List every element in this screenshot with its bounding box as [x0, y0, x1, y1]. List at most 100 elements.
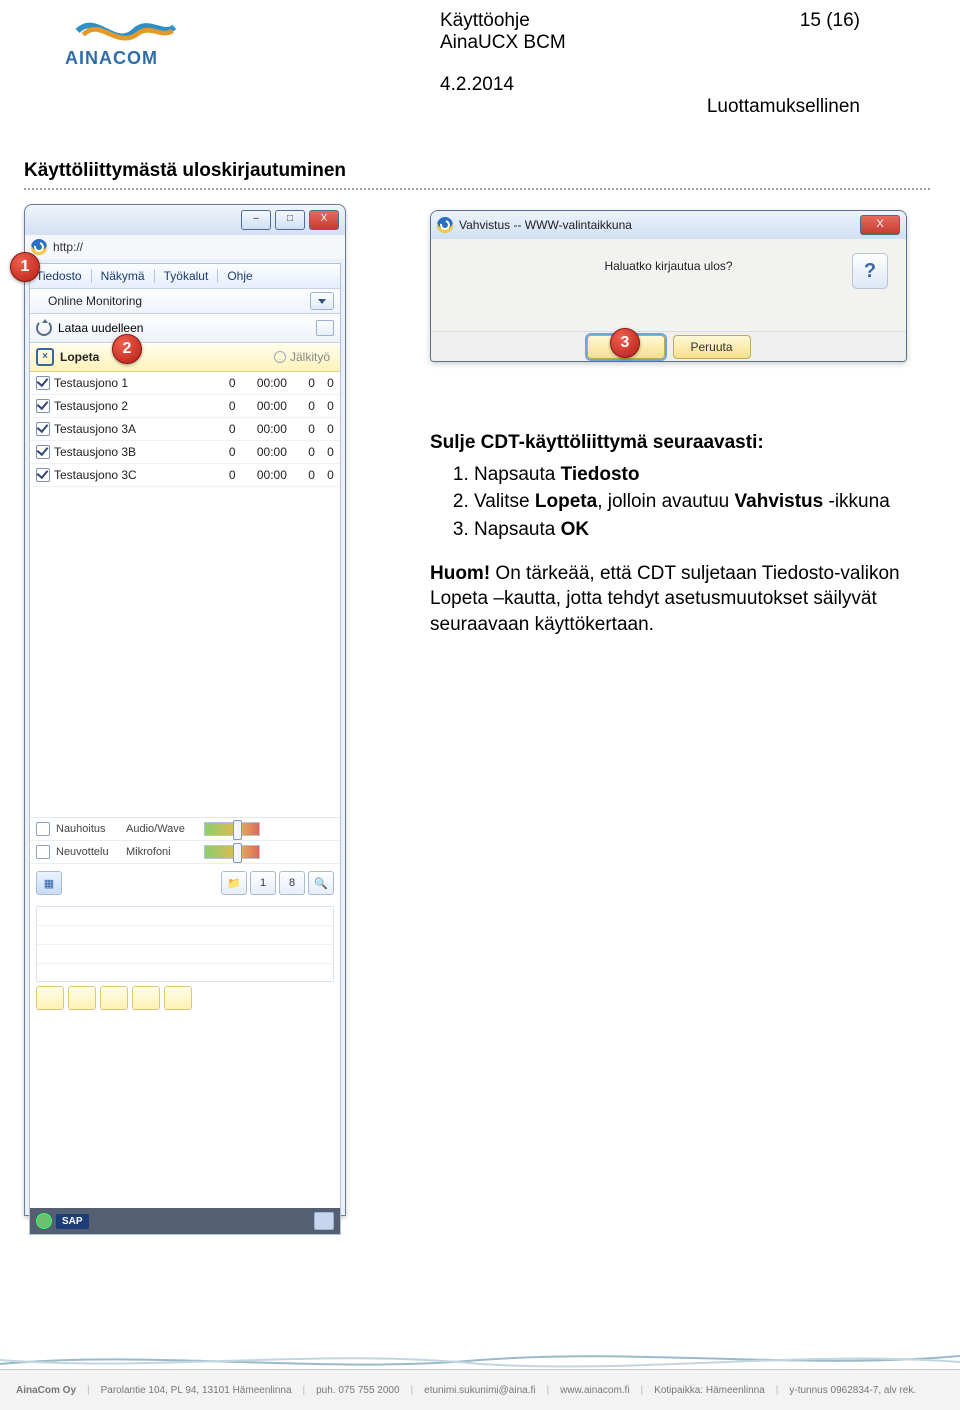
- checkbox-empty-icon[interactable]: [36, 822, 50, 836]
- folder-icon-button[interactable]: 📁: [221, 871, 247, 895]
- nauhoitus-label: Nauhoitus: [56, 823, 120, 835]
- neuvottelu-row: Neuvottelu Mikrofoni: [30, 841, 340, 864]
- menu-nakyma[interactable]: Näkymä: [101, 269, 145, 283]
- close-icon: ×: [36, 348, 54, 366]
- sub-toolbar: Online Monitoring: [30, 289, 340, 314]
- queue-row: Testausjono 3A000:0000: [30, 418, 340, 441]
- instructions: Sulje CDT-käyttöliittymä seuraavasti: Na…: [430, 430, 920, 637]
- product-name: AinaUCX BCM: [440, 32, 566, 54]
- checkbox-icon[interactable]: [36, 376, 50, 390]
- doc-date: 4.2.2014: [440, 74, 514, 96]
- instr-note: Huom! On tärkeää, että CDT suljetaan Tie…: [430, 561, 920, 638]
- nauhoitus-row: Nauhoitus Audio/Wave: [30, 818, 340, 841]
- footer-email: etunimi.sukunimi@aina.fi: [424, 1385, 535, 1396]
- logo-text: AINACOM: [65, 48, 265, 69]
- queue-name: Testausjono 1: [54, 376, 128, 390]
- question-icon: ?: [852, 253, 888, 289]
- cdt-app-window: – □ X http:// Tiedosto Näkymä Työkalut O…: [24, 204, 346, 1216]
- instr-step-2: Valitse Lopeta, jolloin avautuu Vahvistu…: [474, 489, 920, 515]
- footer-address: Parolantie 104, PL 94, 13101 Hämeenlinna: [101, 1385, 292, 1396]
- menu-ohje[interactable]: Ohje: [227, 269, 252, 283]
- step-marker-3: 3: [610, 328, 640, 358]
- confirm-dialog: Vahvistus -- WWW-valintaikkuna X Haluatk…: [430, 210, 907, 362]
- checkbox-empty-icon[interactable]: [36, 845, 50, 859]
- audio-slider[interactable]: [204, 822, 260, 836]
- footer-reg: Kotipaikka: Hämeenlinna: [654, 1385, 765, 1396]
- action-button-2[interactable]: [68, 986, 96, 1010]
- ie-icon: [31, 239, 47, 255]
- window-close-button[interactable]: X: [309, 210, 339, 230]
- maximize-button[interactable]: □: [275, 210, 305, 230]
- lopeta-row[interactable]: × Lopeta Jälkityö: [30, 343, 340, 372]
- reload-side-btn[interactable]: [316, 320, 334, 336]
- jalkityo-option[interactable]: Jälkityö: [274, 350, 330, 364]
- dropdown-button[interactable]: [310, 292, 334, 310]
- action-button-4[interactable]: [132, 986, 160, 1010]
- neuvottelu-label: Neuvottelu: [56, 846, 120, 858]
- dialog-close-button[interactable]: X: [860, 215, 900, 235]
- dialog-title: Vahvistus -- WWW-valintaikkuna: [459, 218, 632, 232]
- queue-name: Testausjono 3A: [54, 422, 136, 436]
- empty-list-area: [30, 487, 340, 818]
- footer-right-icon[interactable]: [314, 1212, 334, 1230]
- audio-label: Audio/Wave: [126, 823, 198, 835]
- page-number: 15 (16): [800, 10, 860, 32]
- queue-name: Testausjono 3B: [54, 445, 136, 459]
- dialog-titlebar: Vahvistus -- WWW-valintaikkuna X: [431, 211, 906, 239]
- queue-row: Testausjono 1000:0000: [30, 372, 340, 395]
- toolbar-row: ▦ 📁 1 8 🔍: [30, 864, 340, 902]
- action-button-5[interactable]: [164, 986, 192, 1010]
- section-title: Käyttöliittymästä uloskirjautuminen: [24, 160, 346, 182]
- queue-name: Testausjono 2: [54, 399, 128, 413]
- queue-name: Testausjono 3C: [54, 468, 137, 482]
- menu-tyokalut[interactable]: Työkalut: [164, 269, 209, 283]
- instr-heading: Sulje CDT-käyttöliittymä seuraavasti:: [430, 432, 764, 453]
- cancel-button[interactable]: Peruuta: [673, 335, 751, 359]
- page-footer: AinaCom Oy| Parolantie 104, PL 94, 13101…: [0, 1369, 960, 1410]
- reload-label: Lataa uudelleen: [58, 321, 143, 335]
- menu-bar: Tiedosto Näkymä Työkalut Ohje: [30, 264, 340, 289]
- jalkityo-label: Jälkityö: [290, 350, 330, 364]
- footer-company: AinaCom Oy: [16, 1385, 76, 1396]
- yellow-button-row: [30, 982, 340, 1014]
- chevron-down-icon: [318, 299, 326, 304]
- checkbox-icon[interactable]: [36, 422, 50, 436]
- checkbox-icon[interactable]: [36, 399, 50, 413]
- section-divider: [24, 188, 930, 190]
- window-titlebar: – □ X: [25, 205, 345, 235]
- action-button-3[interactable]: [100, 986, 128, 1010]
- ie-icon: [437, 217, 453, 233]
- queue-grid: Testausjono 1000:0000 Testausjono 2000:0…: [30, 372, 340, 487]
- action-button-1[interactable]: [36, 986, 64, 1010]
- step-marker-2: 2: [112, 334, 142, 364]
- reload-icon: [36, 320, 52, 336]
- digit-1-button[interactable]: 1: [250, 871, 276, 895]
- dialog-message: Haluatko kirjautua ulos?: [604, 259, 732, 273]
- footer-phone: puh. 075 755 2000: [316, 1385, 399, 1396]
- menu-tiedosto[interactable]: Tiedosto: [36, 269, 82, 283]
- online-monitoring-label: Online Monitoring: [48, 294, 142, 308]
- address-bar: http://: [25, 235, 345, 259]
- confidentiality: Luottamuksellinen: [707, 96, 860, 118]
- call-list-area: [36, 906, 334, 982]
- doc-header: AINACOM Käyttöohje AinaUCX BCM 15 (16) 4…: [20, 10, 930, 110]
- radio-icon: [274, 351, 286, 363]
- instr-step-1: Napsauta Tiedosto: [474, 462, 920, 488]
- grid-icon-button[interactable]: ▦: [36, 871, 62, 895]
- checkbox-icon[interactable]: [36, 468, 50, 482]
- digit-8-button[interactable]: 8: [279, 871, 305, 895]
- checkbox-icon[interactable]: [36, 445, 50, 459]
- url-text: http://: [53, 240, 83, 254]
- app-footer: SAP: [30, 1208, 340, 1234]
- search-icon-button[interactable]: 🔍: [308, 871, 334, 895]
- mic-slider[interactable]: [204, 845, 260, 859]
- footer-www: www.ainacom.fi: [560, 1385, 629, 1396]
- queue-row: Testausjono 2000:0000: [30, 395, 340, 418]
- minimize-button[interactable]: –: [241, 210, 271, 230]
- reload-row[interactable]: Lataa uudelleen: [30, 314, 340, 343]
- footer-vat: y-tunnus 0962834-7, alv rek.: [789, 1385, 916, 1396]
- mikrofoni-label: Mikrofoni: [126, 846, 198, 858]
- queue-row: Testausjono 3B000:0000: [30, 441, 340, 464]
- doc-type: Käyttöohje: [440, 10, 530, 32]
- footer-wave-graphic: [0, 1346, 960, 1370]
